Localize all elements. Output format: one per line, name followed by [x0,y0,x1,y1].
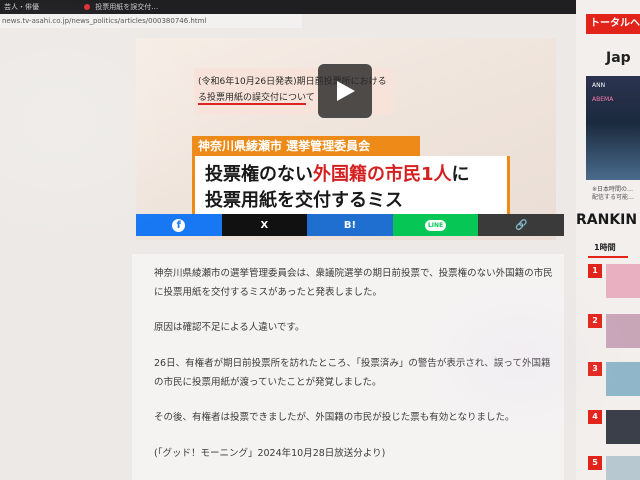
article-paragraph: 原因は確認不足による人違いです。 [154,322,305,333]
promo-caption-line-2: 配信する可能… [592,194,635,201]
article-body: 神奈川県綾瀬市の選挙管理委員会は、衆議院選挙の期日前投票で、投票権のない外国籍の… [132,254,564,480]
right-sidebar: トータルヘル Jap ANN ABEMA ※日本時間の… 配信する可能… RAN… [576,0,640,480]
notice-line-2: る投票用紙の誤交付について [198,93,315,103]
tab-bar: 芸人・俳優 投票用紙を誤交付… [0,0,300,14]
tab-2[interactable]: 投票用紙を誤交付… [84,2,158,13]
ranking-title: RANKIN [576,212,638,228]
address-bar[interactable]: news.tv-asahi.co.jp/news_politics/articl… [0,14,302,28]
article-paragraph: 神奈川県綾瀬市の選挙管理委員会は、衆議院選挙の期日前投票で、投票権のない外国籍の… [154,268,553,298]
hatena-icon: B! [343,219,357,231]
link-icon: 🔗 [514,219,528,231]
rank-thumbnail[interactable] [606,314,640,348]
promo-tag-2: ABEMA [592,96,614,103]
headline-highlight: 外国籍の市民1人 [313,164,452,185]
article-paragraph: (「グッド！モーニング」2024年10月28日放送分より) [154,448,386,459]
headline-line-2: 投票用紙を交付するミス [205,190,403,211]
sidebar-section-title: Jap [606,50,631,66]
city-banner: 神奈川県綾瀬市 選挙管理委員会 [192,136,420,156]
rank-thumbnail[interactable] [606,264,640,298]
rank-thumbnail[interactable] [606,362,640,396]
rank-thumbnail[interactable] [606,410,640,444]
share-hatena-button[interactable]: B! [307,214,393,236]
x-icon: X [260,219,269,231]
video-player[interactable]: (令和6年10月26日発表)期日前投票所における る投票用紙の誤交付について 神… [136,38,556,240]
share-bar: f X B! LINE 🔗 [136,214,564,236]
ranking-tab-indicator [588,256,628,258]
play-icon [337,81,355,101]
share-facebook-button[interactable]: f [136,214,222,236]
tab-favicon-icon [84,4,90,10]
rank-number: 1 [588,264,602,278]
share-copy-link-button[interactable]: 🔗 [478,214,564,236]
rank-number: 4 [588,410,602,424]
rank-thumbnail[interactable] [606,456,640,480]
article-paragraph: 26日、有権者が期日前投票所を訪れたところ、「投票済み」の警告が表示され、誤って… [154,358,551,388]
promo-caption: ※日本時間の… 配信する可能… [592,186,634,202]
share-line-button[interactable]: LINE [392,214,479,236]
sidebar-header[interactable]: トータルヘル [586,14,640,34]
notice-underline [198,103,306,105]
rank-number: 3 [588,362,602,376]
line-icon: LINE [424,219,447,231]
promo-thumbnail[interactable] [586,76,640,180]
share-x-button[interactable]: X [221,214,308,236]
article-paragraph: その後、有権者は投票できましたが、外国籍の市民が投じた票も有効となりました。 [154,412,515,423]
article-column: (令和6年10月26日発表)期日前投票所における る投票用紙の誤交付について 神… [128,28,568,480]
headline-box: 投票権のない外国籍の市民1人に 投票用紙を交付するミス [192,156,510,217]
headline-part-1: 投票権のない [205,164,313,185]
tab-1[interactable]: 芸人・俳優 [4,2,39,13]
promo-tag: ANN [592,82,606,89]
headline-part-3: に [451,164,470,185]
ranking-tab-1h[interactable]: 1時間 [594,242,616,253]
play-button[interactable] [318,64,372,118]
tab-2-label: 投票用紙を誤交付… [95,3,159,11]
tab-1-label: 芸人・俳優 [4,3,39,11]
headline-line-1: 投票権のない外国籍の市民1人に [205,160,470,186]
facebook-icon: f [172,218,186,232]
rank-number: 2 [588,314,602,328]
promo-caption-line-1: ※日本時間の… [592,186,634,193]
monitor-screen: 芸人・俳優 投票用紙を誤交付… news.tv-asahi.co.jp/news… [0,0,640,480]
rank-number: 5 [588,456,602,470]
